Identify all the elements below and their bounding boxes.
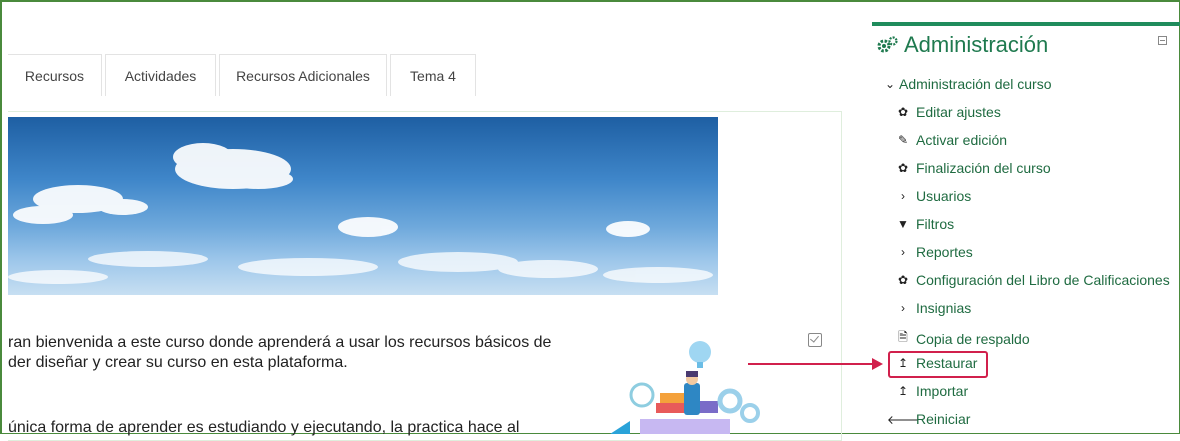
collapse-block-icon[interactable] xyxy=(1158,36,1167,45)
sidebar-item-import[interactable]: ↥ Importar xyxy=(896,383,968,399)
gear-icon: ✿ xyxy=(897,105,909,119)
pencil-icon: ✎ xyxy=(897,133,909,147)
student-illustration xyxy=(610,341,760,434)
sidebar-item-course-completion[interactable]: ✿ Finalización del curso xyxy=(896,160,1051,176)
filter-icon: ▼ xyxy=(897,217,909,231)
block-accent-line xyxy=(872,22,1180,26)
arrow-left-icon: 🡐 xyxy=(886,412,920,427)
sidebar-item-edit-settings[interactable]: ✿ Editar ajustes xyxy=(896,104,1001,120)
sidebar-item-backup[interactable]: 🗎 Copia de respaldo xyxy=(896,328,1029,349)
gears-icon xyxy=(877,36,898,53)
completion-checkbox-icon[interactable] xyxy=(808,333,822,347)
chevron-down-icon: ⌄ xyxy=(884,77,896,91)
block-header: Administración xyxy=(876,32,1048,58)
course-outro-text: única forma de aprender es estudiando y … xyxy=(8,419,520,436)
file-archive-icon: 🗎 xyxy=(898,330,908,344)
restore-highlight-box xyxy=(888,351,988,378)
sidebar-item-gradebook-setup[interactable]: ✿ Configuración del Libro de Calificacio… xyxy=(896,272,1170,288)
intro-line-1: ran bienvenida a este curso donde aprend… xyxy=(8,334,552,351)
sidebar-item-badges[interactable]: › Insignias xyxy=(896,300,971,316)
tab-tema-4[interactable]: Tema 4 xyxy=(390,54,476,96)
block-title: Administración xyxy=(904,32,1049,57)
sidebar-item-reset[interactable]: 🡐 Reiniciar xyxy=(886,411,971,427)
chevron-right-icon: › xyxy=(901,245,905,259)
tab-recursos[interactable]: Recursos xyxy=(8,54,102,96)
tab-recursos-adicionales[interactable]: Recursos Adicionales xyxy=(219,54,387,96)
upload-icon: ↥ xyxy=(897,384,909,398)
sidebar-item-turn-editing-on[interactable]: ✎ Activar edición xyxy=(896,132,1007,148)
course-tabs: Recursos Actividades Recursos Adicionale… xyxy=(8,54,479,96)
course-banner-image xyxy=(8,117,718,295)
chevron-right-icon: › xyxy=(901,301,905,315)
gear-icon: ✿ xyxy=(897,273,909,287)
highlight-arrow xyxy=(748,358,883,370)
tab-actividades[interactable]: Actividades xyxy=(105,54,216,96)
sidebar-item-reports[interactable]: › Reportes xyxy=(896,244,973,260)
sidebar-item-course-admin[interactable]: ⌄ Administración del curso xyxy=(885,76,1052,92)
sidebar-item-users[interactable]: › Usuarios xyxy=(896,188,971,204)
gear-icon: ✿ xyxy=(897,161,909,175)
intro-line-2: der diseñar y crear su curso en esta pla… xyxy=(8,354,348,371)
chevron-right-icon: › xyxy=(901,189,905,203)
sidebar-item-filters[interactable]: ▼ Filtros xyxy=(896,216,954,232)
course-intro-text: ran bienvenida a este curso donde aprend… xyxy=(8,333,551,373)
